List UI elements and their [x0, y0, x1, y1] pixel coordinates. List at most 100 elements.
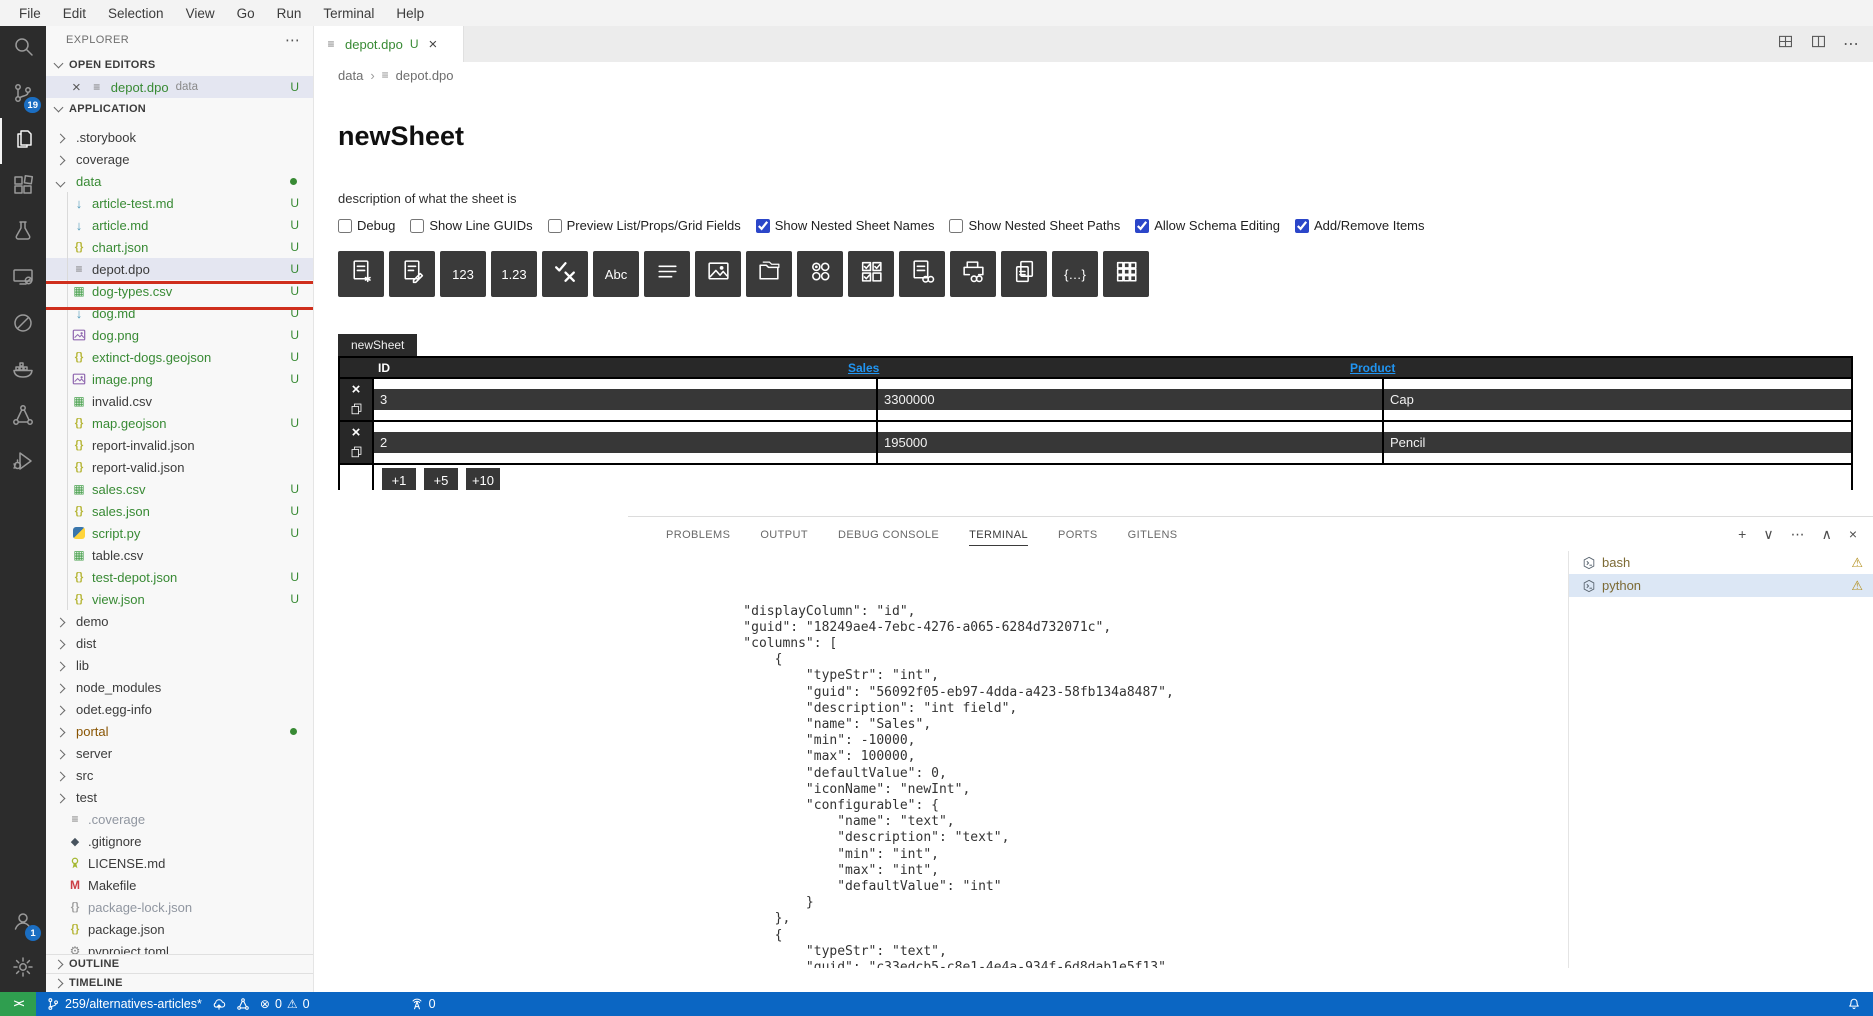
tree-item[interactable]: test	[46, 786, 313, 808]
add-float-field-button[interactable]: 1.23	[491, 251, 537, 297]
menu-item[interactable]: Help	[385, 0, 435, 26]
activity-source-control[interactable]: 19	[0, 72, 46, 118]
panel-tab[interactable]: PORTS	[1058, 525, 1098, 545]
tree-item[interactable]: ≡ depot.dpo U	[46, 258, 313, 280]
cell-sales[interactable]: 3300000	[878, 389, 1384, 410]
add-text-field-button[interactable]: Abc	[593, 251, 639, 297]
checkbox-input[interactable]	[1135, 219, 1149, 233]
panel-tab[interactable]: DEBUG CONSOLE	[838, 525, 939, 545]
remote-indicator[interactable]: ><	[0, 992, 36, 1016]
activity-run-debug[interactable]	[0, 440, 46, 486]
add-int-field-button[interactable]: 123	[440, 251, 486, 297]
activity-testing[interactable]	[0, 210, 46, 256]
tree-item[interactable]: data	[46, 170, 313, 192]
tree-item[interactable]: script.py U	[46, 522, 313, 544]
add-sheet-link-button[interactable]	[899, 251, 945, 297]
git-branch-item[interactable]: 259/alternatives-articles*	[46, 997, 202, 1011]
activity-accounts[interactable]: 1	[0, 900, 46, 946]
open-editors-header[interactable]: OPEN EDITORS	[46, 54, 313, 76]
activity-circle-slash[interactable]	[0, 302, 46, 348]
editor-tab-depot[interactable]: ≡ depot.dpo U ×	[314, 26, 464, 62]
checkbox-input[interactable]	[949, 219, 963, 233]
cell-id[interactable]: 2	[374, 432, 878, 453]
sheet-tab[interactable]: newSheet	[338, 334, 417, 356]
tree-item[interactable]: {} package.json	[46, 918, 313, 940]
tree-item[interactable]: lib	[46, 654, 313, 676]
tree-item[interactable]: {} map.geojson U	[46, 412, 313, 434]
outline-section-header[interactable]: OUTLINE	[46, 954, 313, 973]
open-editor-item[interactable]: × ≡ depot.dpo data U	[46, 76, 313, 98]
terminal-list-item[interactable]: bash ⚠	[1569, 551, 1873, 574]
terminal-output[interactable]: "displayColumn": "id", "guid": "18249ae4…	[628, 551, 1568, 968]
tree-item[interactable]: {} view.json U	[46, 588, 313, 610]
menu-item[interactable]: Terminal	[312, 0, 385, 26]
tree-item[interactable]: dog.png U	[46, 324, 313, 346]
tree-item[interactable]: ▦ dog-types.csv U	[46, 280, 313, 302]
option-checkbox[interactable]: Debug	[338, 218, 395, 233]
close-icon[interactable]: ×	[72, 79, 81, 96]
tree-item[interactable]: ↓ dog.md U	[46, 302, 313, 324]
tree-item[interactable]: dist	[46, 632, 313, 654]
duplicate-row-icon[interactable]	[350, 402, 363, 415]
cell-id[interactable]: 3	[374, 389, 878, 410]
duplicate-field-button[interactable]	[1001, 251, 1047, 297]
activity-docker[interactable]	[0, 348, 46, 394]
add-output-link-button[interactable]	[950, 251, 996, 297]
forwarded-ports-item[interactable]: 0	[410, 997, 436, 1011]
tree-item[interactable]: ▦ sales.csv U	[46, 478, 313, 500]
tree-item[interactable]: {} extinct-dogs.geojson U	[46, 346, 313, 368]
tree-item[interactable]: LICENSE.md	[46, 852, 313, 874]
tree-item[interactable]: {} test-depot.json U	[46, 566, 313, 588]
add-rows-button[interactable]: +5	[424, 468, 458, 491]
breadcrumb[interactable]: data › ≡ depot.dpo	[314, 62, 1873, 88]
tree-item[interactable]: ≡ .coverage	[46, 808, 313, 830]
menu-item[interactable]: Edit	[52, 0, 97, 26]
add-file-field-button[interactable]	[746, 251, 792, 297]
add-paragraph-field-button[interactable]	[644, 251, 690, 297]
column-header-sales[interactable]: Sales	[844, 361, 1350, 375]
tree-item[interactable]: ◆ .gitignore	[46, 830, 313, 852]
option-checkbox[interactable]: Show Nested Sheet Names	[756, 218, 935, 233]
tree-item[interactable]: ↓ article.md U	[46, 214, 313, 236]
activity-explorer[interactable]	[0, 118, 46, 164]
menu-item[interactable]: Run	[266, 0, 313, 26]
tree-item[interactable]: ↓ article-test.md U	[46, 192, 313, 214]
menu-item[interactable]: Go	[226, 0, 266, 26]
cell-product[interactable]: Cap	[1384, 389, 1851, 410]
split-editor-icon[interactable]	[1810, 33, 1827, 55]
edit-sheet-button[interactable]	[389, 251, 435, 297]
checkbox-input[interactable]	[338, 219, 352, 233]
cell-product[interactable]: Pencil	[1384, 432, 1851, 453]
option-checkbox[interactable]: Add/Remove Items	[1295, 218, 1425, 233]
option-checkbox[interactable]: Show Line GUIDs	[410, 218, 532, 233]
menu-item[interactable]: Selection	[97, 0, 175, 26]
add-grid-field-button[interactable]	[1103, 251, 1149, 297]
terminal-dropdown-icon[interactable]: ∨	[1763, 526, 1773, 543]
tree-item[interactable]: ▦ table.csv	[46, 544, 313, 566]
delete-row-icon[interactable]: ×	[352, 384, 361, 396]
menu-item[interactable]: File	[8, 0, 52, 26]
checkbox-input[interactable]	[1295, 219, 1309, 233]
add-image-field-button[interactable]	[695, 251, 741, 297]
checkbox-input[interactable]	[548, 219, 562, 233]
column-header-product[interactable]: Product	[1350, 361, 1395, 375]
more-actions-icon[interactable]: ⋯	[1843, 34, 1859, 54]
graph-item[interactable]	[236, 997, 250, 1011]
delete-row-icon[interactable]: ×	[352, 427, 361, 439]
checkbox-input[interactable]	[410, 219, 424, 233]
close-panel-icon[interactable]: ×	[1849, 526, 1857, 542]
checkbox-input[interactable]	[756, 219, 770, 233]
tree-item[interactable]: src	[46, 764, 313, 786]
activity-extensions[interactable]	[0, 164, 46, 210]
cell-sales[interactable]: 195000	[878, 432, 1384, 453]
tree-item[interactable]: {} report-invalid.json	[46, 434, 313, 456]
tree-item[interactable]: .storybook	[46, 126, 313, 148]
problems-item[interactable]: ⊗ 0 ⚠ 0	[260, 997, 310, 1011]
tree-item[interactable]: demo	[46, 610, 313, 632]
tree-item[interactable]: M Makefile	[46, 874, 313, 896]
activity-remote-explorer[interactable]	[0, 256, 46, 302]
option-checkbox[interactable]: Allow Schema Editing	[1135, 218, 1280, 233]
activity-settings[interactable]	[0, 946, 46, 992]
add-rows-button[interactable]: +1	[382, 468, 416, 491]
tree-item[interactable]: coverage	[46, 148, 313, 170]
